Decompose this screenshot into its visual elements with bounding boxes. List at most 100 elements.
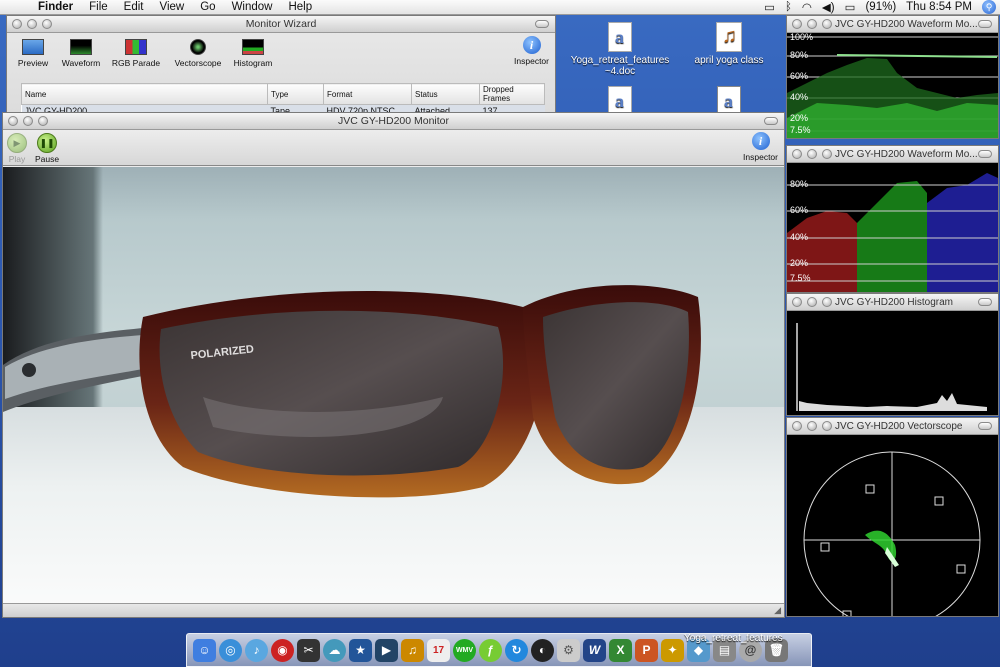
vectorscope-titlebar[interactable]: JVC GY-HD200 Vectorscope — [787, 418, 998, 435]
zoom-icon[interactable] — [822, 297, 832, 307]
dock-itunes-icon[interactable]: ♪ — [245, 638, 268, 662]
dock-sync-icon[interactable]: ↻ — [505, 638, 528, 662]
dock-quicktime-icon[interactable]: ◉ — [271, 638, 294, 662]
waveform-title: JVC GY-HD200 Waveform Mo... — [835, 19, 978, 30]
menu-file[interactable]: File — [81, 1, 116, 13]
histogram-titlebar[interactable]: JVC GY-HD200 Histogram — [787, 294, 998, 311]
monitor-wizard-window: Monitor Wizard Preview Waveform RGB Para… — [6, 15, 556, 115]
zoom-icon[interactable] — [822, 149, 832, 159]
menu-edit[interactable]: Edit — [116, 1, 152, 13]
rgb-label-20: 20% — [790, 258, 809, 268]
monitor-inspector-button[interactable]: i Inspector — [743, 132, 778, 162]
menu-window[interactable]: Window — [224, 1, 281, 13]
column-type[interactable]: Type — [267, 83, 324, 105]
dock-excel-icon[interactable]: X — [609, 638, 632, 662]
toolbar-toggle-button[interactable] — [535, 20, 549, 28]
bluetooth-icon[interactable]: ᛒ — [785, 1, 792, 13]
close-icon[interactable] — [792, 19, 802, 29]
dock-powerpoint-icon[interactable]: P — [635, 638, 658, 662]
rgb-label-40: 40% — [790, 232, 809, 242]
dock-safari-icon[interactable]: ◎ — [219, 638, 242, 662]
zoom-icon[interactable] — [38, 116, 48, 126]
resize-grip-icon[interactable]: ◢ — [774, 605, 781, 616]
play-button[interactable]: ▶ Play — [7, 133, 27, 164]
menu-app-finder[interactable]: Finder — [30, 1, 81, 13]
minimize-icon[interactable] — [23, 116, 33, 126]
spotlight-icon[interactable]: ⚲ — [982, 0, 996, 14]
wizard-titlebar[interactable]: Monitor Wizard — [7, 16, 555, 33]
waveform-icon — [70, 39, 92, 55]
close-icon[interactable] — [8, 116, 18, 126]
close-icon[interactable] — [12, 19, 22, 29]
toolbar-toggle-button[interactable] — [978, 298, 992, 306]
rgb-parade-titlebar[interactable]: JVC GY-HD200 Waveform Mo... — [787, 146, 998, 163]
column-name[interactable]: Name — [21, 83, 268, 105]
desktop-file-label: april yoga class — [694, 55, 764, 66]
toolbar-toggle-button[interactable] — [764, 117, 778, 125]
dock-garageband-icon[interactable]: ♫ — [401, 638, 424, 662]
rgb-parade-display: 80% 60% 40% 20% 7.5% — [787, 163, 998, 292]
menubar-clock[interactable]: Thu 8:54 PM — [906, 1, 972, 13]
minimize-icon[interactable] — [807, 297, 817, 307]
rgb-label-60: 60% — [790, 205, 809, 215]
toolbar-toggle-button[interactable] — [978, 20, 992, 28]
preview-icon — [22, 39, 44, 55]
monitor-titlebar[interactable]: JVC GY-HD200 Monitor — [3, 113, 784, 130]
menu-go[interactable]: Go — [192, 1, 223, 13]
pause-button[interactable]: ❚❚ Pause — [35, 133, 59, 164]
close-icon[interactable] — [792, 149, 802, 159]
waveform-label-7-5: 7.5% — [790, 125, 811, 135]
minimize-icon[interactable] — [807, 421, 817, 431]
dock-dreamweaver-icon[interactable]: ƒ — [479, 638, 502, 662]
rgb-parade-button[interactable]: RGB Parade — [107, 39, 165, 68]
dock-office-icon[interactable]: ✦ — [661, 638, 684, 662]
waveform-button[interactable]: Waveform — [59, 39, 103, 68]
dock-ichat-icon[interactable]: ☁ — [323, 638, 346, 662]
vectorscope-button[interactable]: Vectorscope — [169, 39, 227, 68]
dock-imovie-icon[interactable]: ✂ — [297, 638, 320, 662]
menu-view[interactable]: View — [152, 1, 193, 13]
battery-icon[interactable]: ▭ — [845, 0, 856, 14]
dock-dashboard-icon[interactable]: ◐ — [531, 638, 554, 662]
display-icon[interactable]: ▭ — [764, 0, 775, 14]
rgb-parade-window: JVC GY-HD200 Waveform Mo... 80% 60% 40% … — [786, 145, 999, 293]
histogram-display — [787, 311, 998, 415]
toolbar-toggle-button[interactable] — [978, 422, 992, 430]
zoom-icon[interactable] — [42, 19, 52, 29]
menu-help[interactable]: Help — [280, 1, 320, 13]
dock-word-icon[interactable]: W — [583, 638, 606, 662]
dock-finder-icon[interactable]: ☺ — [193, 638, 216, 662]
dock-wmv-icon[interactable]: WMV — [453, 638, 476, 662]
column-status[interactable]: Status — [411, 83, 480, 105]
dock-ical-icon[interactable]: 17 — [427, 638, 450, 662]
waveform-titlebar[interactable]: JVC GY-HD200 Waveform Mo... — [787, 16, 998, 33]
volume-icon[interactable]: ◀) — [822, 0, 835, 14]
battery-percent: (91%) — [865, 1, 897, 13]
column-dropped-frames[interactable]: Dropped Frames — [479, 83, 545, 105]
window-controls — [12, 19, 52, 29]
column-format[interactable]: Format — [323, 83, 412, 105]
desktop-file-april-yoga-class[interactable]: april yoga class — [679, 22, 779, 66]
desktop-file-yoga-retreat[interactable]: Yoga_retreat_features ~4.doc — [570, 22, 670, 77]
toolbar-toggle-button[interactable] — [978, 150, 992, 158]
close-icon[interactable] — [792, 421, 802, 431]
device-table: Name Type Format Status Dropped Frames J… — [21, 83, 545, 114]
monitor-toolbar: ▶ Play ❚❚ Pause i Inspector — [3, 130, 784, 166]
dock-system-prefs-icon[interactable]: ⚙ — [557, 638, 580, 662]
dock-final-cut-icon[interactable]: ▶ — [375, 638, 398, 662]
dock-idvd-icon[interactable]: ★ — [349, 638, 372, 662]
zoom-icon[interactable] — [822, 421, 832, 431]
window-controls — [8, 116, 48, 126]
histogram-button[interactable]: Histogram — [231, 39, 275, 68]
preview-button[interactable]: Preview — [11, 39, 55, 68]
minimize-icon[interactable] — [807, 149, 817, 159]
wifi-icon[interactable]: ◠ — [802, 0, 812, 14]
zoom-icon[interactable] — [822, 19, 832, 29]
close-icon[interactable] — [792, 297, 802, 307]
wizard-inspector-button[interactable]: i Inspector — [514, 36, 549, 66]
minimize-icon[interactable] — [807, 19, 817, 29]
desktop-file-label: Yoga_retreat_features ~4.doc — [570, 55, 670, 77]
minimize-icon[interactable] — [27, 19, 37, 29]
rgb-parade-icon — [125, 39, 147, 55]
wizard-toolbar: Preview Waveform RGB Parade Vectorscope … — [7, 33, 555, 68]
